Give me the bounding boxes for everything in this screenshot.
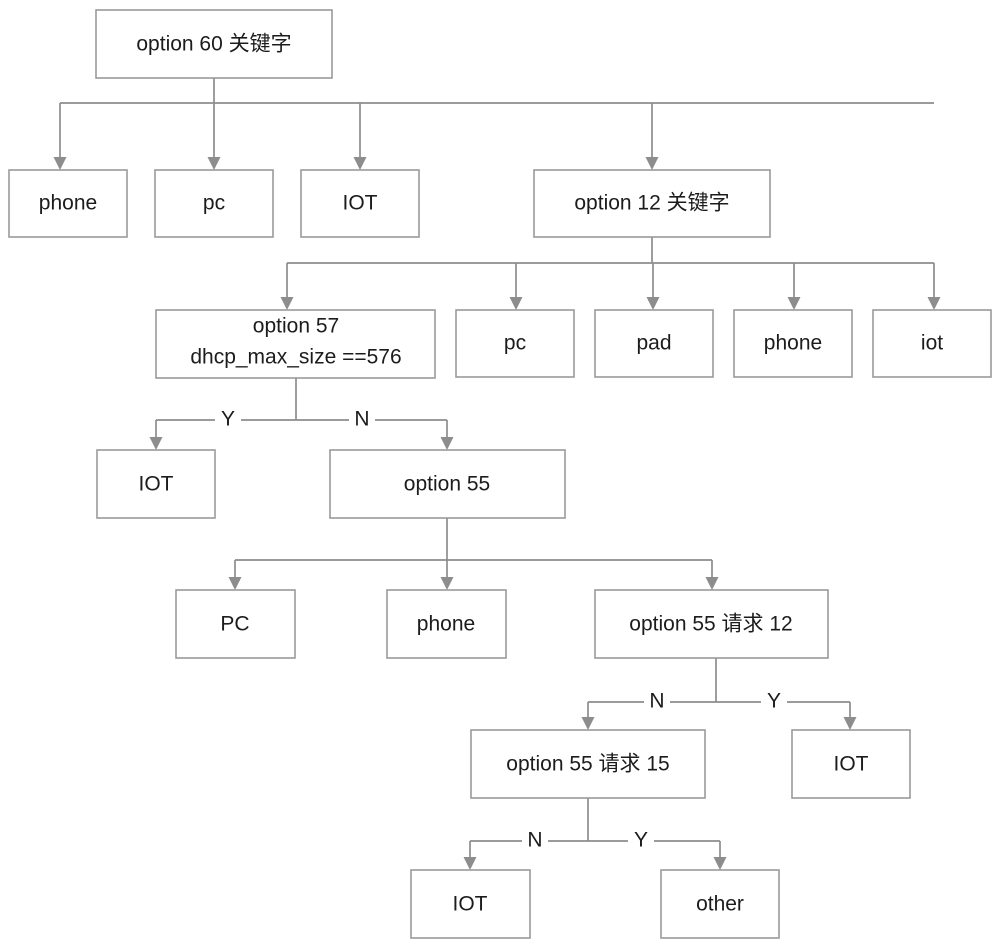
node-phone-level3[interactable]: phone (386, 589, 507, 659)
node-pc-level2[interactable]: pc (455, 309, 575, 378)
node-iot-option55req15-no[interactable]: IOT (410, 869, 531, 939)
node-phone-level1[interactable]: phone (8, 169, 128, 238)
edge-opt57-no-to-opt55[interactable] (440, 420, 454, 450)
node-label-line1: option 57 (253, 315, 339, 338)
node-label: PC (220, 613, 249, 636)
node-label: IOT (453, 893, 488, 916)
node-option-55-request-12[interactable]: option 55 请求 12 (594, 589, 829, 659)
node-iot-level1[interactable]: IOT (300, 169, 420, 238)
edge-opt12-to-pad[interactable] (646, 263, 660, 310)
edge-label-y-opt55req12: Y (761, 689, 787, 715)
node-pad-level2[interactable]: pad (594, 309, 714, 378)
node-pc-level1[interactable]: pc (154, 169, 274, 238)
node-iot-option55req12-yes[interactable]: IOT (791, 729, 911, 799)
edge-label-n-opt57: N (349, 407, 375, 433)
edge-label-n-opt55req12: N (644, 689, 670, 715)
node-label: option 55 请求 12 (629, 613, 792, 636)
node-label: IOT (834, 753, 869, 776)
edge-label-text: Y (634, 829, 648, 852)
edge-opt55-to-pc[interactable] (228, 560, 242, 590)
flowchart-svg: Y N N Y N Y option 60 关键字 phone pc IOT o… (8, 9, 992, 939)
node-iot-level2[interactable]: iot (872, 309, 992, 378)
edge-opt60-to-phone[interactable] (53, 103, 67, 170)
edge-opt60-to-pc[interactable] (207, 103, 221, 170)
node-option-57-dhcp-max-size[interactable]: option 57 dhcp_max_size ==576 (155, 309, 436, 379)
edge-label-text: N (649, 690, 664, 713)
edge-opt60-to-opt12[interactable] (645, 103, 659, 170)
node-iot-option57-yes[interactable]: IOT (96, 449, 216, 519)
edge-opt12-bus (287, 237, 934, 264)
edge-label-text: N (354, 408, 369, 431)
edge-opt55-to-opt55req12[interactable] (705, 560, 719, 590)
node-label: pad (636, 332, 671, 355)
edge-label-text: N (527, 829, 542, 852)
node-phone-level2[interactable]: phone (733, 309, 853, 378)
node-label: option 55 (404, 473, 490, 496)
node-label: iot (921, 332, 943, 355)
node-label: phone (764, 332, 822, 355)
nodes-layer: option 60 关键字 phone pc IOT option 12 关键字 (8, 9, 992, 939)
edge-opt57-bus (156, 378, 447, 421)
edge-opt12-to-opt57[interactable] (280, 263, 294, 310)
node-label: IOT (343, 192, 378, 215)
edge-label-n-opt55req15: N (522, 828, 548, 854)
node-other[interactable]: other (660, 869, 780, 939)
node-label: IOT (139, 473, 174, 496)
edge-label-y-opt55req15: Y (628, 828, 654, 854)
edge-label-text: Y (767, 690, 781, 713)
flowchart-canvas: Y N N Y N Y option 60 关键字 phone pc IOT o… (0, 0, 1000, 950)
node-label: pc (203, 192, 225, 215)
edge-opt60-to-iot[interactable] (353, 103, 367, 170)
node-option-60-keyword[interactable]: option 60 关键字 (95, 9, 333, 79)
edge-opt57-yes-to-iot[interactable] (149, 420, 163, 450)
node-label: phone (39, 192, 97, 215)
node-label-line2: dhcp_max_size ==576 (190, 346, 401, 369)
edge-opt55req15-no-to-iot[interactable] (463, 841, 477, 870)
edge-opt55req15-yes-to-other[interactable] (713, 841, 727, 870)
node-label: option 55 请求 15 (506, 753, 669, 776)
node-label: option 60 关键字 (136, 33, 291, 56)
edge-opt12-to-pc[interactable] (509, 263, 523, 310)
edge-opt55req15-bus (470, 798, 720, 842)
edge-opt12-to-phone[interactable] (787, 263, 801, 310)
node-label: phone (417, 613, 475, 636)
edge-opt55req12-no-to-opt55req15[interactable] (581, 702, 595, 730)
edge-opt55-to-phone[interactable] (440, 560, 454, 590)
edge-opt55req12-yes-to-iot[interactable] (843, 702, 857, 730)
edge-label-text: Y (221, 408, 235, 431)
node-pc-level3[interactable]: PC (175, 589, 296, 659)
node-option-55[interactable]: option 55 (329, 449, 566, 519)
node-label: other (696, 893, 744, 916)
edge-opt12-to-iot[interactable] (927, 263, 941, 310)
edge-opt55-bus (235, 518, 712, 561)
node-label: pc (504, 332, 526, 355)
node-label: option 12 关键字 (574, 192, 729, 215)
node-option-55-request-15[interactable]: option 55 请求 15 (470, 729, 706, 799)
edge-opt60-bus (60, 78, 934, 104)
edge-label-y-opt57: Y (215, 407, 241, 433)
node-option-12-keyword[interactable]: option 12 关键字 (533, 169, 771, 238)
edge-opt55req12-bus (588, 658, 850, 703)
